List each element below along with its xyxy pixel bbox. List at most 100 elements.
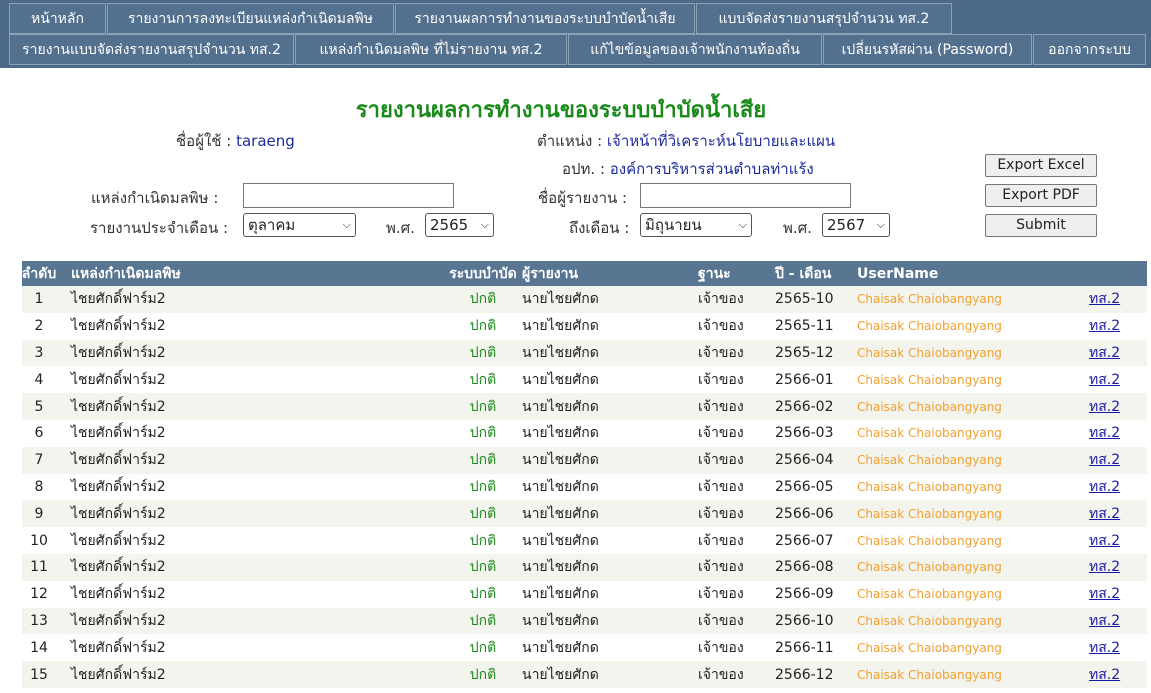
nav-change-password[interactable]: เปลี่ยนรหัสผ่าน (Password)	[823, 34, 1032, 65]
cell-no: 1	[34, 291, 44, 308]
cell-year-month: 2566-02	[775, 398, 834, 415]
source-input[interactable]	[243, 183, 454, 208]
cell-link: ทส.2	[1089, 366, 1120, 393]
cell-system: ปกติ	[469, 425, 497, 442]
nav-unreported-sources[interactable]: แหล่งกำเนิดมลพิษ ที่ไม่รายงาน ทส.2	[295, 34, 567, 65]
export-excel-button[interactable]: Export Excel	[985, 154, 1097, 177]
cell-year-month: 2566-07	[775, 532, 834, 549]
table-row: 15 ไชยศักดิ์ฟาร์ม2 ปกติ นายไชยศักด เจ้าของ 25…	[22, 661, 1147, 688]
cell-system: ปกติ	[469, 532, 497, 549]
ts2-link[interactable]: ทส.2	[1089, 288, 1120, 310]
ts2-link[interactable]: ทส.2	[1089, 369, 1120, 391]
cell-no: 12	[30, 586, 48, 603]
cell-no: 10	[30, 532, 48, 549]
cell-status: เจ้าของ	[698, 666, 744, 683]
cell-no: 7	[34, 452, 44, 469]
year-from-select[interactable]: 2565 ⌵	[425, 213, 494, 237]
cell-source: ไชยศักดิ์ฟาร์ม2	[71, 612, 166, 629]
cell-status: เจ้าของ	[698, 639, 744, 656]
ts2-link[interactable]: ทส.2	[1089, 583, 1120, 605]
cell-reporter: นายไชยศักด	[522, 478, 599, 495]
cell-source: ไชยศักดิ์ฟาร์ม2	[71, 639, 166, 656]
cell-link: ทส.2	[1089, 474, 1120, 501]
month-to-select[interactable]: มิถุนายน ⌵	[640, 213, 752, 237]
cell-username: Chaisak Chaiobangyang	[857, 479, 1002, 494]
cell-system: ปกติ	[469, 559, 497, 576]
cell-username: Chaisak Chaiobangyang	[857, 506, 1002, 521]
month-from-label: รายงานประจำเดือน :	[90, 219, 229, 237]
cell-reporter: นายไชยศักด	[522, 559, 599, 576]
table-body: 1 ไชยศักดิ์ฟาร์ม2 ปกติ นายไชยศักด เจ้าของ 256…	[22, 286, 1147, 688]
ts2-link[interactable]: ทส.2	[1089, 449, 1120, 471]
cell-year-month: 2566-10	[775, 612, 834, 629]
nav-logout[interactable]: ออกจากระบบ	[1033, 34, 1146, 65]
cell-year-month: 2566-03	[775, 425, 834, 442]
month-from-select[interactable]: ตุลาคม ⌵	[243, 213, 356, 237]
cell-year-month: 2566-04	[775, 452, 834, 469]
cell-source: ไชยศักดิ์ฟาร์ม2	[71, 318, 166, 335]
cell-username: Chaisak Chaiobangyang	[857, 453, 1002, 468]
cell-username: Chaisak Chaiobangyang	[857, 372, 1002, 387]
cell-reporter: นายไชยศักด	[522, 639, 599, 656]
cell-system: ปกติ	[469, 318, 497, 335]
nav-ts2-summary-report[interactable]: รายงานแบบจัดส่งรายงานสรุปจำนวน ทส.2	[9, 34, 294, 65]
cell-system: ปกติ	[469, 371, 497, 388]
user-value: taraeng	[236, 132, 295, 150]
col-status-header: ฐานะ	[698, 265, 731, 282]
ts2-link[interactable]: ทส.2	[1089, 556, 1120, 578]
cell-link: ทส.2	[1089, 554, 1120, 581]
ts2-link[interactable]: ทส.2	[1089, 396, 1120, 418]
top-nav: หน้าหลัก รายงานการลงทะเบียนแหล่งกำเนิดมล…	[0, 0, 1151, 68]
cell-status: เจ้าของ	[698, 612, 744, 629]
col-username-header: UserName	[857, 265, 939, 282]
cell-status: เจ้าของ	[698, 318, 744, 335]
cell-status: เจ้าของ	[698, 291, 744, 308]
cell-no: 4	[34, 371, 44, 388]
table-row: 13 ไชยศักดิ์ฟาร์ม2 ปกติ นายไชยศักด เจ้าของ 25…	[22, 607, 1147, 635]
ts2-link[interactable]: ทส.2	[1089, 503, 1120, 525]
cell-no: 13	[30, 612, 48, 629]
chevron-down-icon: ⌵	[738, 218, 747, 231]
cell-system: ปกติ	[469, 398, 497, 415]
export-pdf-button[interactable]: Export PDF	[985, 184, 1097, 207]
nav-edit-officer[interactable]: แก้ไขข้อมูลของเจ้าพนักงานท้องถิ่น	[568, 34, 822, 65]
ts2-link[interactable]: ทส.2	[1089, 315, 1120, 337]
nav-wastewater-report[interactable]: รายงานผลการทำงานของระบบบำบัดน้ำเสีย	[395, 3, 695, 34]
cell-username: Chaisak Chaiobangyang	[857, 319, 1002, 334]
reporter-input[interactable]	[640, 183, 851, 208]
cell-link: ทส.2	[1089, 286, 1120, 313]
chevron-down-icon: ⌵	[876, 218, 885, 231]
table-row: 12 ไชยศักดิ์ฟาร์ม2 ปกติ นายไชยศักด เจ้าของ 25…	[22, 580, 1147, 608]
cell-username: Chaisak Chaiobangyang	[857, 533, 1002, 548]
nav-registration-report[interactable]: รายงานการลงทะเบียนแหล่งกำเนิดมลพิษ	[107, 3, 394, 34]
submit-button[interactable]: Submit	[985, 214, 1097, 237]
ts2-link[interactable]: ทส.2	[1089, 530, 1120, 552]
cell-reporter: นายไชยศักด	[522, 532, 599, 549]
nav-row-1: หน้าหลัก รายงานการลงทะเบียนแหล่งกำเนิดมล…	[9, 3, 953, 34]
cell-reporter: นายไชยศักด	[522, 291, 599, 308]
cell-no: 9	[34, 505, 44, 522]
col-reporter-header: ผู้รายงาน	[522, 265, 579, 282]
cell-status: เจ้าของ	[698, 452, 744, 469]
cell-year-month: 2565-11	[775, 318, 834, 335]
ts2-link[interactable]: ทส.2	[1089, 342, 1120, 364]
cell-username: Chaisak Chaiobangyang	[857, 667, 1002, 682]
nav-home[interactable]: หน้าหลัก	[9, 3, 106, 34]
ts2-link[interactable]: ทส.2	[1089, 610, 1120, 632]
report-table: ลำดับ แหล่งกำเนิดมลพิษ ระบบบำบัด ผู้รายง…	[22, 261, 1147, 688]
ts2-link[interactable]: ทส.2	[1089, 476, 1120, 498]
cell-link: ทส.2	[1089, 634, 1120, 661]
cell-status: เจ้าของ	[698, 586, 744, 603]
cell-link: ทส.2	[1089, 527, 1120, 554]
year-from-value: 2565	[430, 216, 469, 234]
year-to-select[interactable]: 2567 ⌵	[822, 213, 890, 237]
cell-reporter: นายไชยศักด	[522, 425, 599, 442]
cell-username: Chaisak Chaiobangyang	[857, 399, 1002, 414]
ts2-link[interactable]: ทส.2	[1089, 664, 1120, 686]
org-value: องค์การบริหารส่วนตำบลท่าแร้ง	[609, 160, 814, 178]
nav-ts2-summary-form[interactable]: แบบจัดส่งรายงานสรุปจำนวน ทส.2	[696, 3, 952, 34]
cell-source: ไชยศักดิ์ฟาร์ม2	[71, 532, 166, 549]
ts2-link[interactable]: ทส.2	[1089, 637, 1120, 659]
position-label: ตำแหน่ง :	[537, 132, 603, 150]
ts2-link[interactable]: ทส.2	[1089, 422, 1120, 444]
